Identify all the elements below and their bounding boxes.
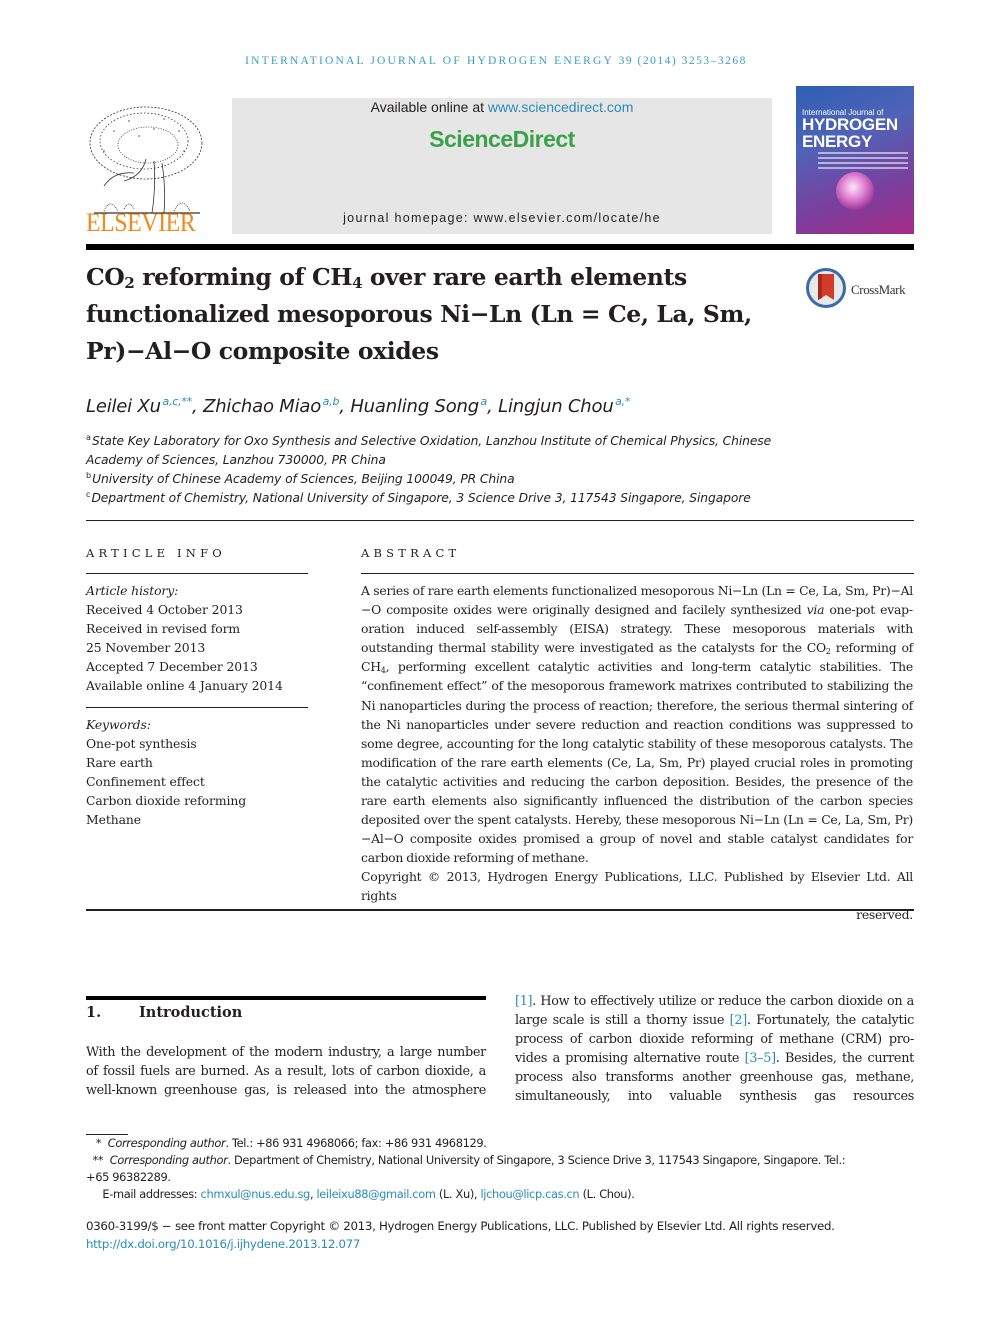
front-matter: 0360-3199/$ − see front matter Copyright… — [86, 1217, 916, 1253]
keyword-item: Carbon dioxide reforming — [86, 793, 247, 808]
keyword-item: Rare earth — [86, 755, 153, 770]
footnotes: * Corresponding author. Tel.: +86 931 49… — [86, 1135, 916, 1203]
abstract-text: A series of rare earth elements function… — [361, 583, 913, 866]
author-name[interactable]: Lingjun Chou — [498, 396, 614, 417]
citation-link[interactable]: [2] — [730, 1013, 748, 1028]
footnote-emails: E-mail addresses: chmxul@nus.edu.sg, lei… — [102, 1187, 635, 1201]
article-info-divider — [86, 573, 308, 574]
article-info-heading: ARTICLE INFO — [86, 546, 226, 560]
article-history: Article history: Received 4 October 2013… — [86, 581, 308, 695]
body-line: simultaneously, into valuable synthesis gas r… — [515, 1089, 914, 1105]
footnote-phone: +65 96382289. — [86, 1170, 171, 1184]
available-online: Available online at www.sciencedirect.co… — [232, 99, 772, 115]
body-line: [1]. How to effectively utilize or reduc… — [515, 994, 914, 1009]
footnote-corresponding-1: * Corresponding author. Tel.: +86 931 49… — [95, 1136, 487, 1150]
volume-pages: 39 (2014) 3253–3268 — [618, 55, 747, 67]
cover-title-line1: HYDROGEN — [802, 115, 898, 134]
crossmark-icon[interactable] — [806, 268, 846, 308]
cover-title: HYDROGEN ENERGY — [802, 116, 898, 150]
article-title: CO2 reforming of CH4 over rare earth ele… — [86, 259, 786, 370]
body-line: large scale is still a thorny issue [2].… — [515, 1013, 914, 1029]
abstract-divider — [361, 573, 914, 574]
author-affiliation-mark[interactable]: a — [481, 395, 488, 408]
body-line: well-known greenhouse gas, is released i… — [86, 1083, 486, 1099]
email-link[interactable]: chmxul@nus.edu.sg — [201, 1187, 311, 1201]
email-link[interactable]: leileixu88@gmail.com — [316, 1187, 435, 1201]
history-item: Received in revised form — [86, 621, 241, 636]
author-affiliation-mark[interactable]: a,b — [323, 395, 340, 408]
author-name[interactable]: Leilei Xu — [86, 396, 161, 417]
introduction-right-column: [1]. How to effectively utilize or reduc… — [515, 992, 914, 1107]
citation-link[interactable]: [1] — [515, 994, 533, 1009]
crossmark-label[interactable]: CrossMark — [851, 282, 906, 298]
history-item: Available online 4 January 2014 — [86, 678, 283, 693]
introduction-left-column: With the development of the modern indus… — [86, 1043, 486, 1100]
body-line: process of carbon dioxide reforming of m… — [515, 1032, 914, 1048]
elsevier-wordmark: ELSEVIER — [86, 208, 196, 237]
footnote-corresponding-2: ** Corresponding author. Department of C… — [92, 1153, 846, 1167]
keyword-item: Confinement effect — [86, 774, 205, 789]
introduction-rule — [86, 996, 486, 1000]
header-rule — [86, 244, 914, 250]
article-history-label: Article history: — [86, 583, 179, 598]
citation-link[interactable]: [3–5] — [745, 1051, 776, 1066]
sciencedirect-logo: ScienceDirect — [429, 126, 575, 152]
author-name[interactable]: Zhichao Miao — [203, 396, 321, 417]
history-item: 25 November 2013 — [86, 640, 206, 655]
section-number: 1. — [86, 1004, 102, 1021]
journal-name: International Journal of Hydrogen Energy — [245, 55, 614, 67]
cover-title-line2: ENERGY — [802, 132, 872, 151]
abstract-copyright: Copyright © 2013, Hydrogen Energy Public… — [361, 869, 913, 923]
affiliation-b: b University of Chinese Academy of Scien… — [86, 471, 515, 487]
journal-header: International Journal of Hydrogen Energy… — [0, 55, 992, 67]
title-line2: functionalized mesoporous Ni−Ln (Ln = Ce… — [86, 300, 752, 328]
body-line: With the development of the modern indus… — [86, 1045, 486, 1060]
section-title: Introduction — [139, 1004, 243, 1021]
issn-line: 0360-3199/$ − see front matter Copyright… — [86, 1219, 835, 1233]
doi-link[interactable]: http://dx.doi.org/10.1016/j.ijhydene.201… — [86, 1237, 360, 1251]
body-line: process also transforms another greenhou… — [515, 1070, 914, 1086]
keyword-item: One-pot synthesis — [86, 736, 197, 751]
history-item: Received 4 October 2013 — [86, 602, 243, 617]
author-list: Leilei Xu a,c,**, Zhichao Miao a,b, Huan… — [86, 395, 631, 417]
introduction-heading: 1. Introduction — [86, 1004, 242, 1021]
cover-editor-lines — [818, 152, 908, 172]
keyword-item: Methane — [86, 812, 141, 827]
author-name[interactable]: Huanling Song — [350, 396, 479, 417]
body-line: of fossil fuels are burned. As a result,… — [86, 1064, 486, 1080]
journal-cover: International Journal of HYDROGEN ENERGY — [796, 86, 914, 234]
abstract-end-divider — [86, 909, 914, 911]
email-link[interactable]: ljchou@licp.cas.cn — [480, 1187, 579, 1201]
cover-orb-graphic — [836, 172, 874, 210]
keywords-label: Keywords: — [86, 717, 151, 732]
keywords-divider — [86, 707, 308, 708]
author-affiliation-mark[interactable]: a,c,** — [162, 395, 192, 408]
keywords: Keywords: One-pot synthesis Rare earth C… — [86, 715, 308, 829]
body-line: vides a promising alternative route [3–5… — [515, 1051, 914, 1067]
abstract-heading: ABSTRACT — [361, 546, 461, 560]
available-online-label: Available online at — [370, 99, 488, 115]
affiliations-divider — [86, 520, 914, 521]
author-affiliation-mark[interactable]: a,* — [615, 395, 630, 408]
history-item: Accepted 7 December 2013 — [86, 659, 258, 674]
affiliation-c: c Department of Chemistry, National Univ… — [86, 490, 751, 506]
sciencedirect-link[interactable]: www.sciencedirect.com — [488, 99, 634, 115]
title-line3: Pr)−Al−O composite oxides — [86, 337, 439, 365]
affiliation-a: a State Key Laboratory for Oxo Synthesis… — [86, 433, 772, 468]
journal-homepage[interactable]: journal homepage: www.elsevier.com/locat… — [232, 211, 772, 225]
